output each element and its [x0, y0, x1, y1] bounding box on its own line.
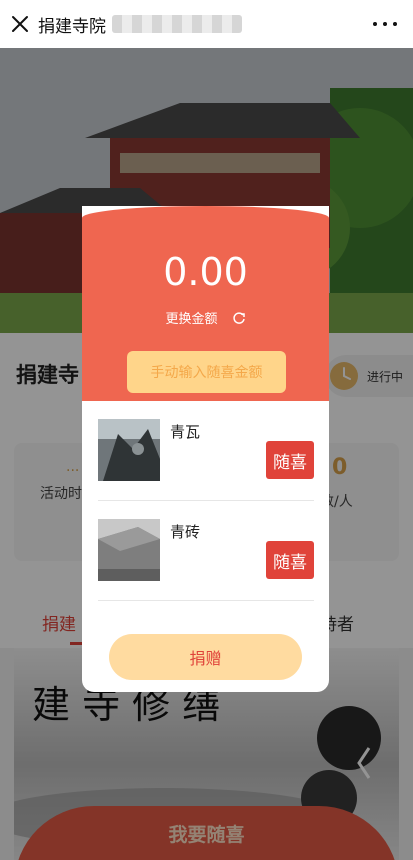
- donate-item-button[interactable]: 随喜: [266, 441, 314, 479]
- item-thumbnail: [98, 419, 160, 481]
- refresh-icon: [232, 311, 245, 324]
- item-thumbnail: [98, 519, 160, 581]
- more-icon[interactable]: [373, 14, 397, 34]
- amount-display: 0.00: [163, 250, 248, 294]
- page-title: 捐建寺院: [38, 16, 106, 37]
- item-name: 青瓦: [170, 423, 201, 441]
- close-icon[interactable]: [2, 0, 38, 48]
- item-name: 青砖: [170, 523, 201, 541]
- modal-header: 0.00 更换金额 手动输入随喜金额: [82, 206, 329, 401]
- redacted-title-block: [112, 15, 242, 33]
- donate-item-button[interactable]: 随喜: [266, 541, 314, 579]
- list-item: 青砖 随喜: [98, 511, 314, 601]
- change-amount-label: 更换金额: [165, 312, 218, 327]
- manual-amount-button[interactable]: 手动输入随喜金额: [127, 351, 286, 393]
- change-amount-button[interactable]: 更换金额: [82, 308, 329, 327]
- donation-modal: 0.00 更换金额 手动输入随喜金额 青瓦 随喜 青砖 随喜 捐赠: [82, 206, 329, 692]
- submit-donation-button[interactable]: 捐赠: [109, 634, 302, 680]
- list-item: 青瓦 随喜: [98, 411, 314, 501]
- nav-bar: 捐建寺院: [0, 0, 413, 48]
